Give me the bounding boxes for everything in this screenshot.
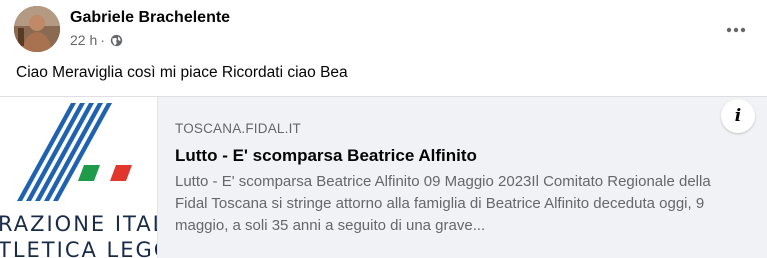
- post-time[interactable]: 22 h: [70, 32, 97, 48]
- globe-icon: [110, 34, 123, 47]
- link-thumbnail[interactable]: RAZIONE ITAL TLETICA LEGG: [0, 97, 158, 258]
- link-body: TOSCANA.FIDAL.IT Lutto - E' scomparsa Be…: [175, 121, 750, 237]
- author-name[interactable]: Gabriele Brachelente: [70, 9, 230, 27]
- link-title[interactable]: Lutto - E' scomparsa Beatrice Alfinito: [175, 146, 750, 166]
- post-header: Gabriele Brachelente 22 h ·: [14, 6, 754, 54]
- fidal-logo: RAZIONE ITAL TLETICA LEGG: [0, 103, 158, 258]
- svg-text:TLETICA LEGG: TLETICA LEGG: [0, 238, 158, 258]
- more-options-button[interactable]: [718, 12, 754, 48]
- link-description: Lutto - E' scomparsa Beatrice Alfinito 0…: [175, 173, 711, 234]
- post-meta: 22 h ·: [70, 32, 123, 48]
- link-preview-card[interactable]: RAZIONE ITAL TLETICA LEGG TOSCANA.FIDAL.…: [0, 96, 767, 258]
- meta-separator: ·: [100, 32, 105, 48]
- link-domain: TOSCANA.FIDAL.IT: [175, 121, 301, 136]
- more-horizontal-icon: [726, 27, 746, 33]
- avatar[interactable]: [14, 6, 60, 52]
- info-icon[interactable]: i: [721, 99, 755, 133]
- post-text: Ciao Meraviglia così mi piace Ricordati …: [16, 64, 348, 81]
- svg-text:RAZIONE ITAL: RAZIONE ITAL: [0, 212, 158, 236]
